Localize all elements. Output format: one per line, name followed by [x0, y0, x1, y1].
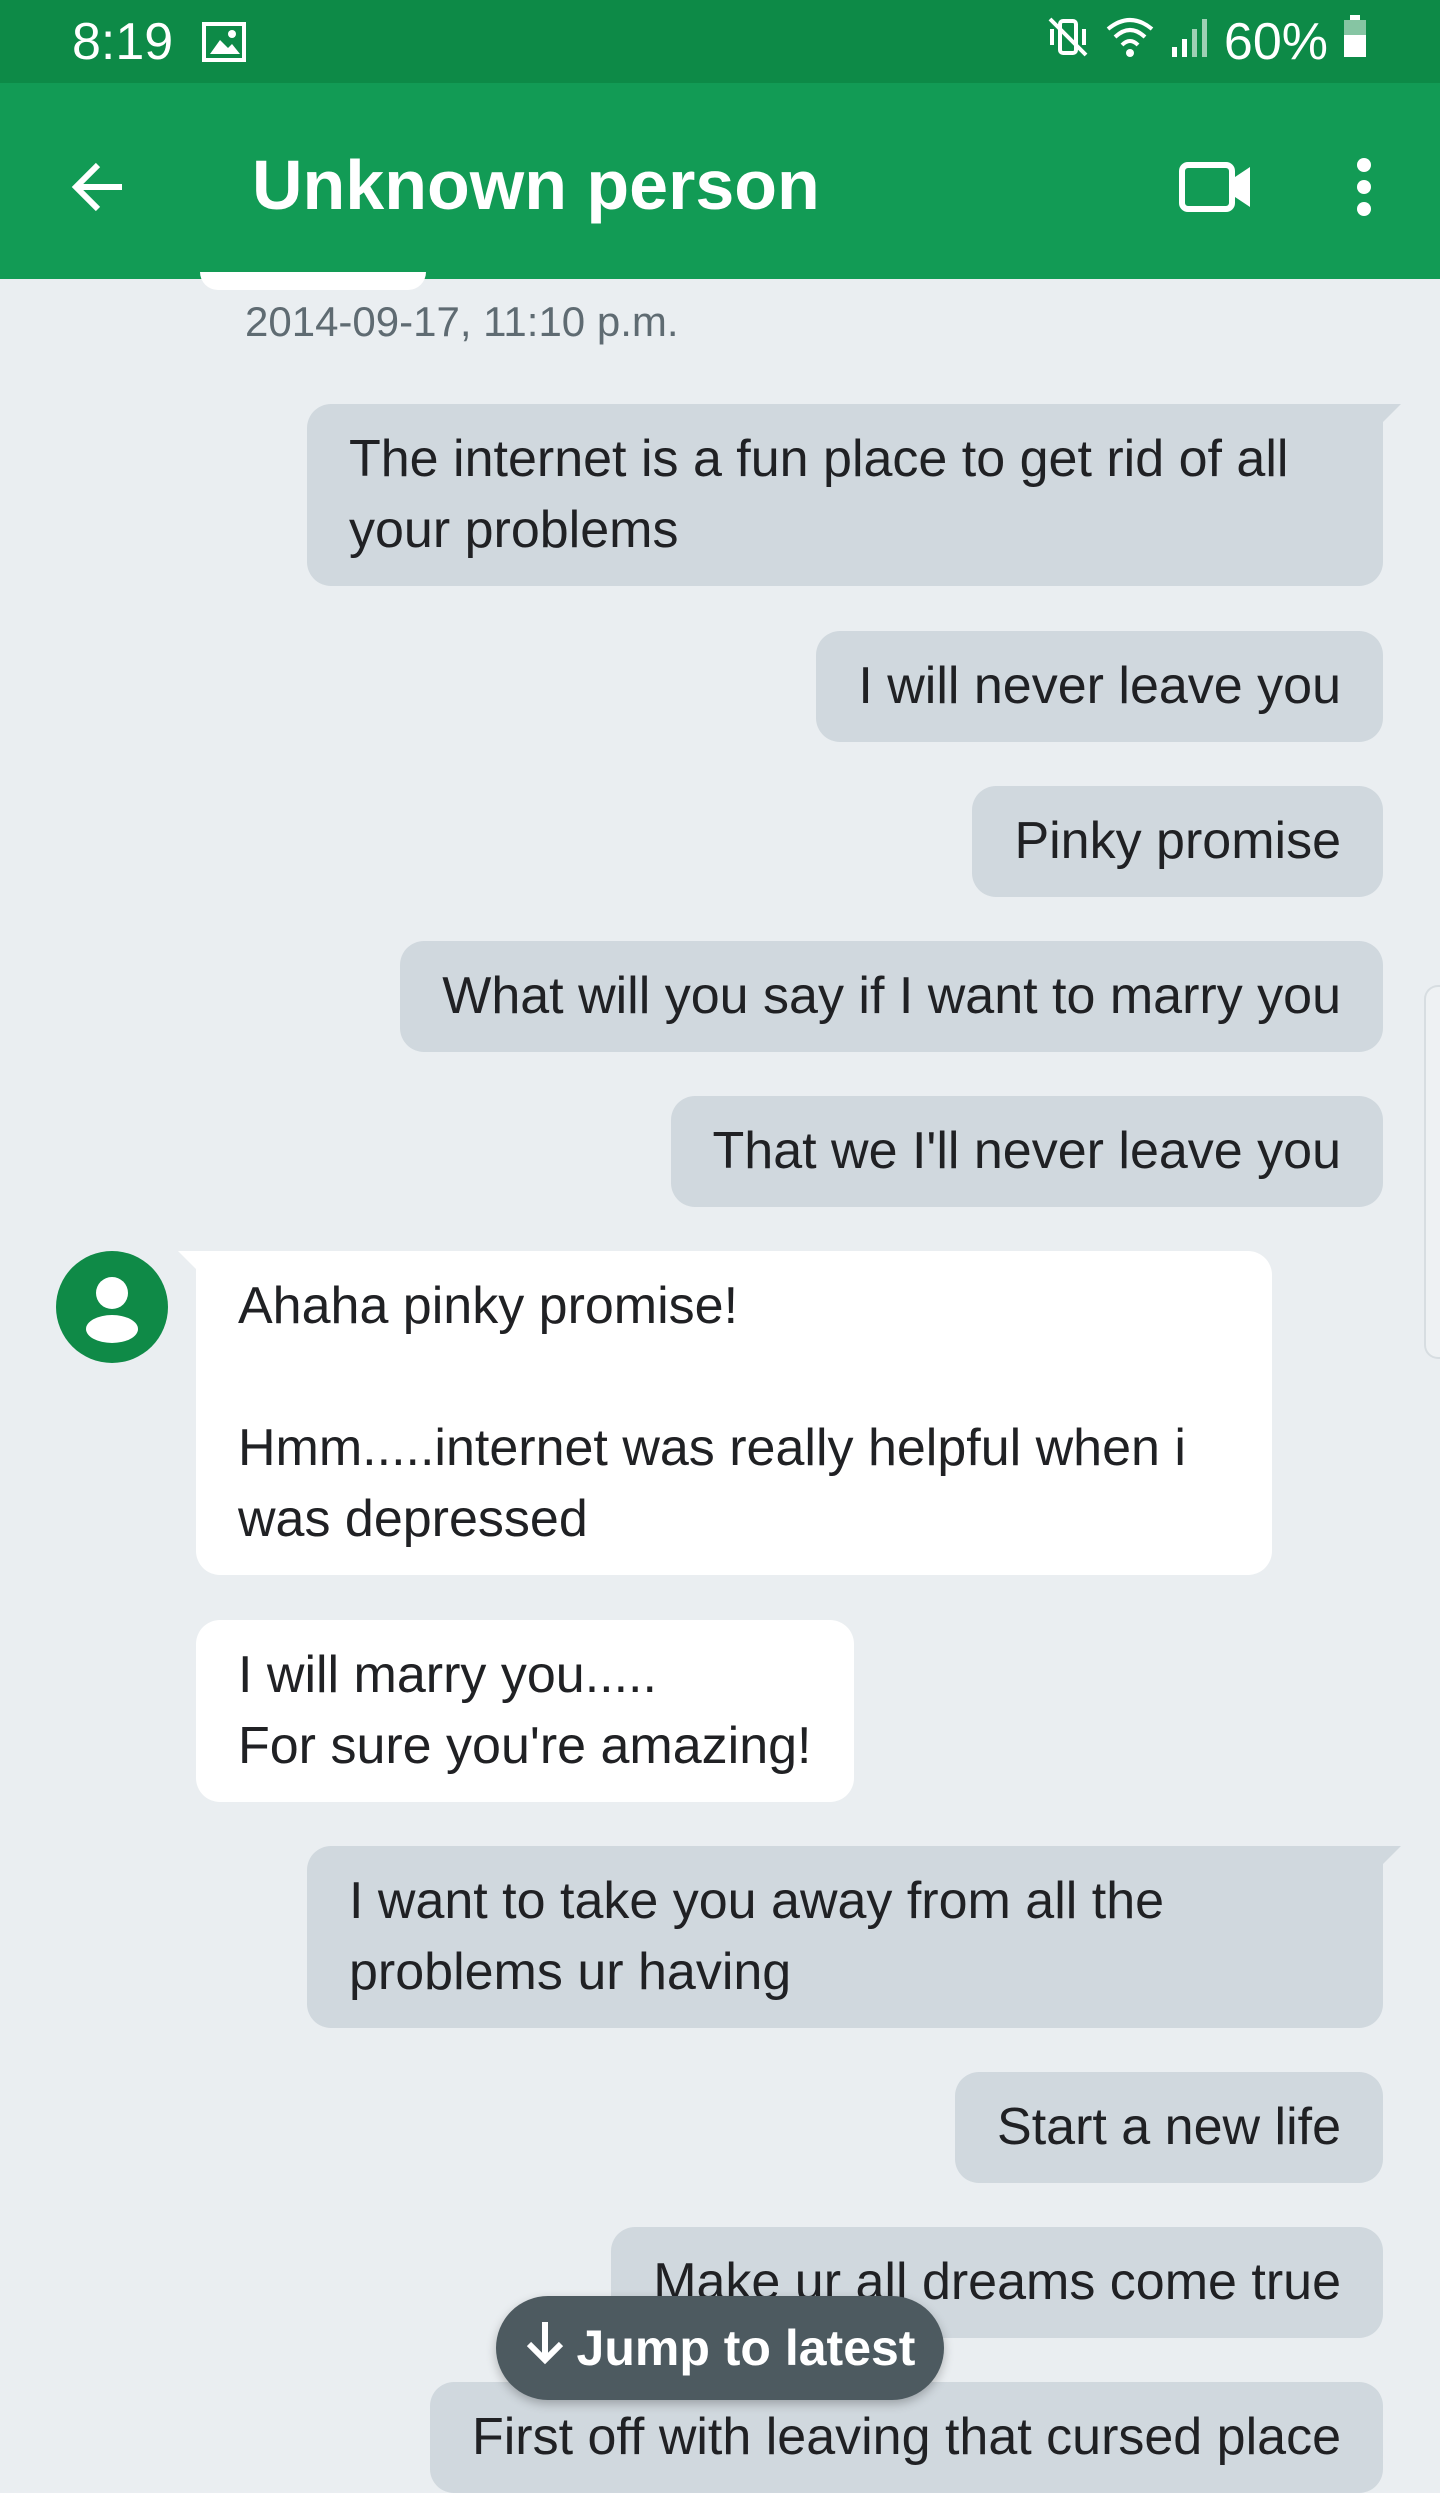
person-icon — [56, 1277, 168, 1367]
message-bubble-outgoing[interactable]: Start a new life — [955, 2072, 1383, 2183]
battery-level: 60% — [1223, 13, 1328, 71]
more-vert-icon — [1354, 157, 1374, 222]
vibrate-icon — [1046, 12, 1090, 72]
status-time: 8:19 — [72, 13, 174, 71]
message-bubble-outgoing[interactable]: What will you say if I want to marry you — [400, 941, 1383, 1052]
status-bar: 8:19 60% — [0, 0, 1440, 83]
image-icon — [202, 22, 246, 62]
message-bubble-outgoing[interactable]: The internet is a fun place to get rid o… — [307, 404, 1401, 586]
message-bubble-outgoing[interactable]: That we I'll never leave you — [670, 1096, 1383, 1207]
message-bubble-outgoing[interactable]: I want to take you away from all the pro… — [307, 1846, 1401, 2028]
jump-to-latest-button[interactable]: Jump to latest — [496, 2296, 944, 2400]
back-arrow-icon — [68, 157, 128, 222]
back-button[interactable] — [50, 141, 146, 237]
status-right: 60% — [1046, 12, 1368, 72]
previous-message-bubble — [200, 272, 426, 290]
wifi-icon — [1104, 12, 1156, 72]
jump-to-latest-label: Jump to latest — [576, 2320, 916, 2376]
more-options-button[interactable] — [1316, 141, 1412, 237]
message-bubble-outgoing[interactable]: I will never leave you — [816, 631, 1383, 742]
message-timestamp: 2014-09-17, 11:10 p.m. — [245, 298, 679, 345]
message-bubble-outgoing[interactable]: Pinky promise — [972, 786, 1383, 897]
contact-avatar[interactable] — [56, 1251, 168, 1363]
message-bubble-incoming[interactable]: I will marry you..... For sure you're am… — [196, 1620, 854, 1802]
app-bar: Unknown person — [0, 83, 1440, 279]
arrow-down-icon — [525, 2318, 565, 2378]
video-call-icon — [1178, 159, 1254, 220]
scrollbar[interactable] — [1424, 985, 1440, 1359]
video-call-button[interactable] — [1168, 141, 1264, 237]
conversation-title: Unknown person — [252, 146, 820, 224]
message-bubble-incoming[interactable]: Ahaha pinky promise! Hmm.....internet wa… — [178, 1251, 1272, 1575]
signal-icon — [1170, 12, 1210, 72]
battery-icon — [1342, 12, 1368, 72]
